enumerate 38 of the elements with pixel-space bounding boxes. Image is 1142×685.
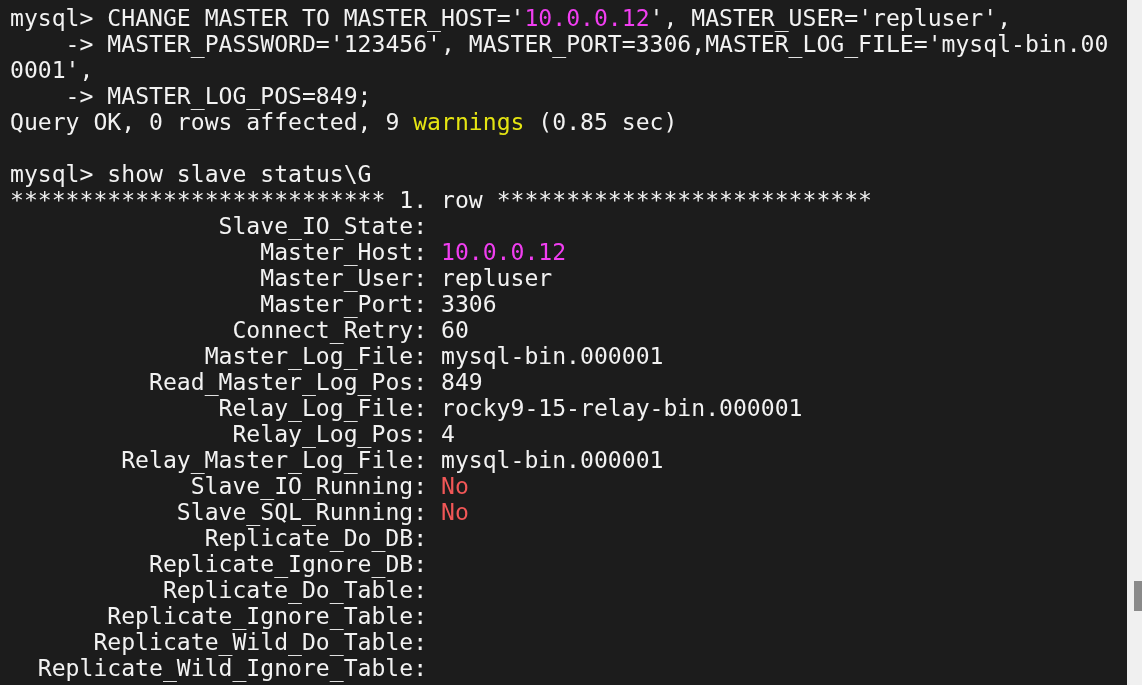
terminal-line: 0001', bbox=[10, 57, 94, 83]
field-label: Relay_Master_Log_File: bbox=[121, 447, 428, 473]
field-value: repluser bbox=[441, 265, 553, 291]
field-label: Master_Log_File: bbox=[204, 343, 428, 369]
field-label: Replicate_Do_Table: bbox=[162, 577, 428, 603]
scrollbar-thumb[interactable] bbox=[1134, 581, 1142, 611]
terminal-line: mysql> show slave status\G bbox=[10, 161, 372, 187]
field-label: Slave_IO_State: bbox=[218, 213, 428, 239]
field-value: No bbox=[441, 499, 469, 525]
terminal-line: *************************** 1. row *************************** bbox=[10, 187, 873, 213]
field-label: Connect_Retry: bbox=[232, 317, 428, 343]
field-label: Replicate_Ignore_DB: bbox=[149, 551, 428, 577]
field-label: Master_User: bbox=[260, 265, 428, 291]
field-value: mysql-bin.000001 bbox=[441, 447, 664, 473]
field-value: 849 bbox=[441, 369, 483, 395]
field-value: 10.0.0.12 bbox=[441, 239, 567, 265]
terminal-line: Query OK, 0 rows affected, 9 warnings (0.85 sec) bbox=[10, 109, 678, 135]
field-label: Slave_SQL_Running: bbox=[176, 499, 428, 525]
field-label: Replicate_Wild_Ignore_Table: bbox=[37, 655, 428, 681]
field-value: 3306 bbox=[441, 291, 497, 317]
field-label: Slave_IO_Running: bbox=[190, 473, 428, 499]
field-label: Master_Port: bbox=[260, 291, 428, 317]
field-value: 60 bbox=[441, 317, 469, 343]
terminal-line: mysql> CHANGE MASTER TO MASTER_HOST='10.0.0.12', MASTER_USER='repluser', bbox=[10, 5, 1012, 31]
field-label: Read_Master_Log_Pos: bbox=[149, 369, 428, 395]
field-label: Replicate_Do_DB: bbox=[204, 525, 428, 551]
field-value: No bbox=[441, 473, 469, 499]
field-label: Master_Host: bbox=[260, 239, 428, 265]
terminal-line: -> MASTER_PASSWORD='123456', MASTER_PORT=3306,MASTER_LOG_FILE='mysql-bin.00 bbox=[65, 31, 1109, 57]
field-value: rocky9-15-relay-bin.000001 bbox=[441, 395, 803, 421]
field-label: Replicate_Wild_Do_Table: bbox=[93, 629, 428, 655]
field-label: Relay_Log_File: bbox=[218, 395, 428, 421]
field-value: mysql-bin.000001 bbox=[441, 343, 664, 369]
terminal-line: -> MASTER_LOG_POS=849; bbox=[65, 83, 372, 109]
field-value: 4 bbox=[441, 421, 455, 447]
field-label: Relay_Log_Pos: bbox=[232, 421, 428, 447]
field-label: Replicate_Ignore_Table: bbox=[107, 603, 428, 629]
scrollbar-track[interactable] bbox=[1127, 0, 1142, 685]
